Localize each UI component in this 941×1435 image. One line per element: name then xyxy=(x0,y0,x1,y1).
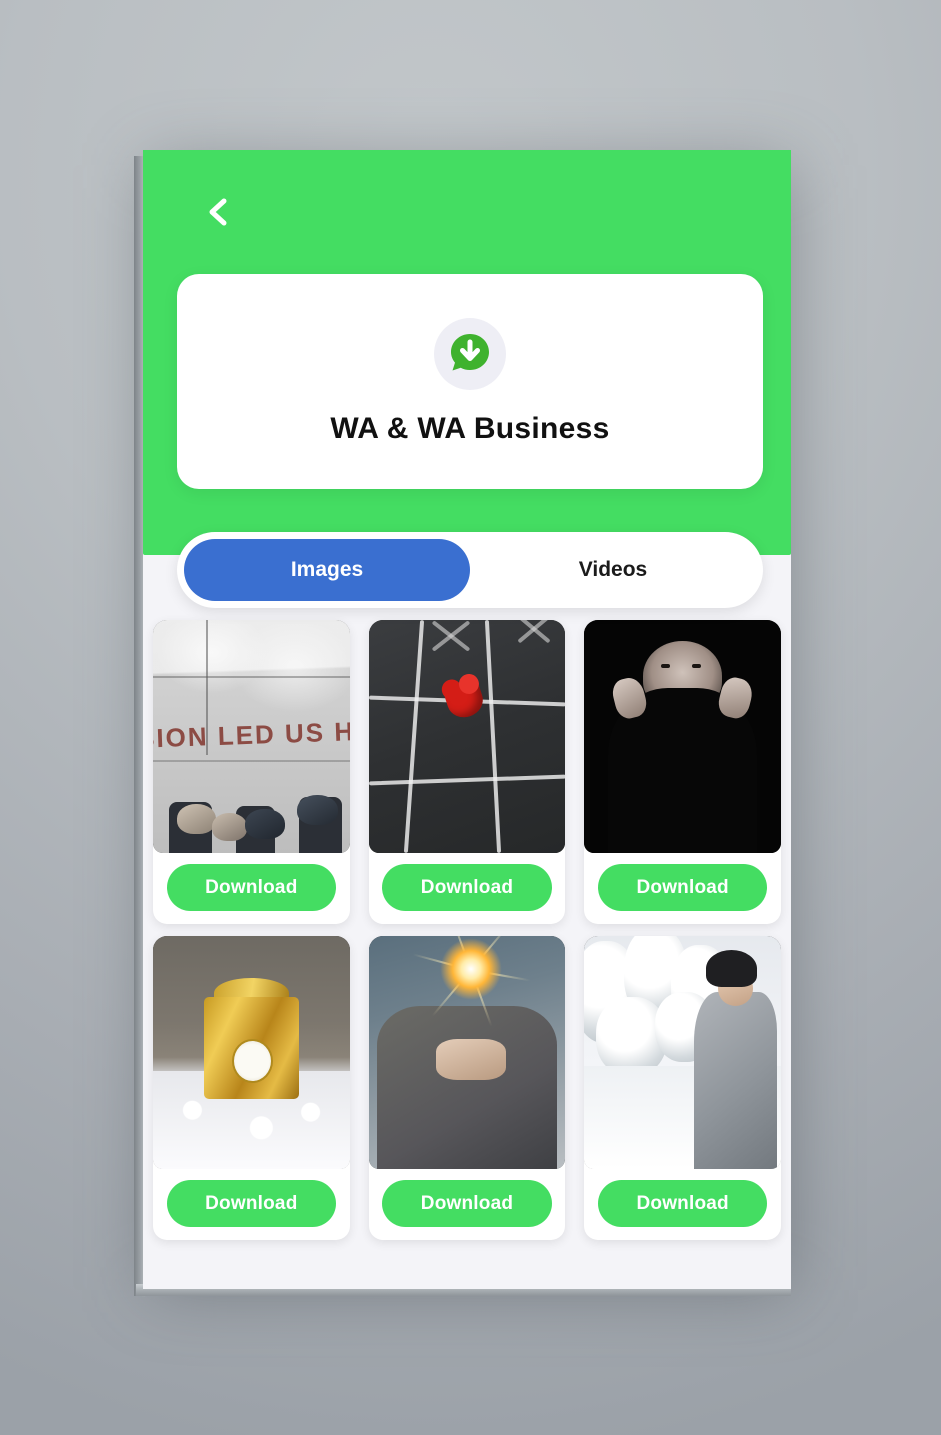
thumbnail-art-portrait xyxy=(584,620,781,853)
whatsapp-download-bubble-icon xyxy=(447,331,493,377)
app-identity-card: WA & WA Business xyxy=(177,274,763,489)
media-thumbnail[interactable] xyxy=(584,620,781,853)
download-button[interactable]: Download xyxy=(382,864,552,911)
download-button[interactable]: Download xyxy=(598,1180,768,1227)
tab-images-label: Images xyxy=(290,558,364,581)
thumbnail-overlay-text: SION LED US H xyxy=(153,716,350,754)
thumbnail-art-sparkler xyxy=(368,936,566,1169)
thumbnail-art-clock xyxy=(153,936,350,1169)
thumbnail-art-shoes: SION LED US H xyxy=(153,620,350,853)
app-logo xyxy=(434,317,506,390)
back-button[interactable] xyxy=(196,190,240,234)
tab-videos-label: Videos xyxy=(578,558,648,581)
media-card[interactable]: SION LED US H Download xyxy=(153,620,350,924)
download-button[interactable]: Download xyxy=(166,864,336,911)
download-button[interactable]: Download xyxy=(166,1180,336,1227)
media-thumbnail[interactable] xyxy=(368,620,566,853)
thumbnail-art-winter xyxy=(584,936,781,1169)
media-card[interactable]: Download xyxy=(584,620,781,924)
download-button[interactable]: Download xyxy=(382,1180,552,1227)
thumbnail-art-chalk xyxy=(368,620,566,853)
download-button[interactable]: Download xyxy=(598,864,768,911)
media-card[interactable]: Download xyxy=(153,936,350,1240)
media-type-tabs: Images Videos xyxy=(177,532,763,608)
chevron-left-icon xyxy=(204,196,232,228)
media-card[interactable]: Download xyxy=(584,936,781,1240)
media-card[interactable]: Download xyxy=(368,936,566,1240)
media-thumbnail[interactable] xyxy=(584,936,781,1169)
media-thumbnail[interactable] xyxy=(153,936,350,1169)
page-title: WA & WA Business xyxy=(330,411,610,445)
media-thumbnail[interactable]: SION LED US H xyxy=(153,620,350,853)
media-thumbnail[interactable] xyxy=(368,936,566,1169)
media-card[interactable]: Download xyxy=(368,620,566,924)
app-header: WA & WA Business xyxy=(143,150,791,555)
status-gallery-grid: SION LED US H Download Download Download… xyxy=(143,620,791,1240)
tab-images[interactable]: Images xyxy=(184,539,470,601)
tab-videos[interactable]: Videos xyxy=(470,539,756,601)
app-screen: WA & WA Business Images Videos SION LED … xyxy=(143,150,791,1289)
